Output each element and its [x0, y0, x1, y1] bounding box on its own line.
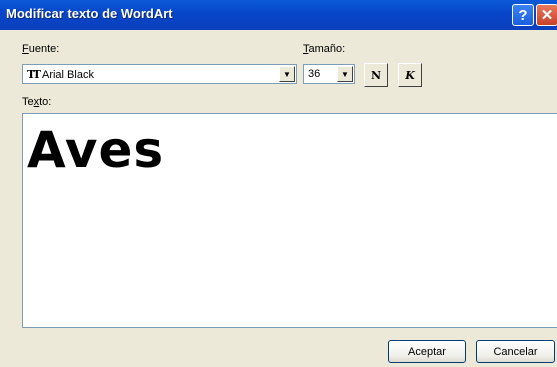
text-content: Aves	[27, 121, 165, 179]
text-input[interactable]: Aves	[22, 113, 557, 328]
close-button[interactable]: ✕	[536, 4, 557, 26]
text-label: Texto:	[22, 96, 52, 108]
font-select[interactable]: TT Arial Black ▼	[22, 64, 297, 84]
italic-icon: K	[405, 68, 415, 82]
font-label: Fuente:	[22, 43, 60, 55]
size-select[interactable]: 36 ▼	[303, 64, 355, 84]
ok-button[interactable]: Aceptar	[388, 340, 466, 363]
size-label: Tamaño:	[303, 43, 346, 55]
bold-button[interactable]: N	[364, 63, 388, 87]
help-icon: ?	[518, 6, 528, 24]
chevron-down-icon[interactable]: ▼	[337, 66, 353, 82]
bold-icon: N	[370, 68, 382, 82]
chevron-down-icon[interactable]: ▼	[279, 66, 295, 82]
title-bar: Modificar texto de WordArt ? ✕	[0, 0, 557, 30]
window-title: Modificar texto de WordArt	[6, 6, 173, 21]
font-value: Arial Black	[41, 69, 94, 81]
close-icon: ✕	[540, 7, 554, 24]
size-value: 36	[308, 68, 321, 80]
italic-button[interactable]: K	[398, 63, 422, 87]
cancel-button[interactable]: Cancelar	[476, 340, 555, 363]
truetype-font-icon: TT	[27, 68, 41, 81]
help-button[interactable]: ?	[512, 4, 534, 26]
